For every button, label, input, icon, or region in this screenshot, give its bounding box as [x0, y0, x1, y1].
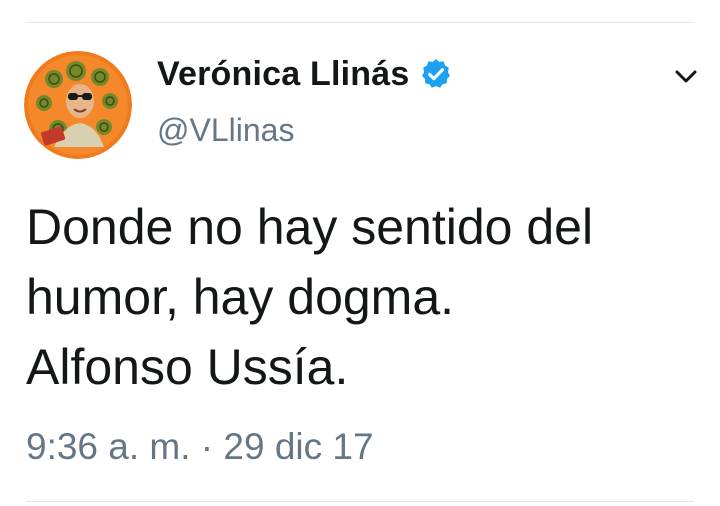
- top-divider: [26, 22, 694, 23]
- display-name[interactable]: Verónica Llinás: [157, 55, 409, 94]
- user-handle[interactable]: @VLlinas: [157, 112, 453, 149]
- tweet-timestamp[interactable]: 9:36 a. m. · 29 dic 17: [26, 426, 374, 468]
- chevron-down-icon[interactable]: [672, 64, 700, 88]
- tweet-text-line: Donde no hay sentido del: [26, 199, 594, 255]
- verified-badge-icon: [419, 57, 453, 91]
- tweet-text-line: Alfonso Ussía.: [26, 339, 349, 395]
- timestamp-separator: ·: [190, 426, 224, 467]
- bottom-divider: [26, 501, 694, 502]
- author-block: Verónica Llinás @VLlinas: [157, 52, 453, 149]
- tweet-time: 9:36 a. m.: [26, 426, 191, 467]
- avatar-image: [24, 51, 132, 159]
- tweet-text: Donde no hay sentido del humor, hay dogm…: [26, 192, 706, 402]
- tweet-card: Verónica Llinás @VLlinas Donde no hay se…: [0, 0, 720, 506]
- avatar[interactable]: [24, 51, 132, 159]
- name-row: Verónica Llinás: [157, 52, 453, 96]
- tweet-text-line: humor, hay dogma.: [26, 269, 455, 325]
- tweet-date: 29 dic 17: [223, 426, 374, 467]
